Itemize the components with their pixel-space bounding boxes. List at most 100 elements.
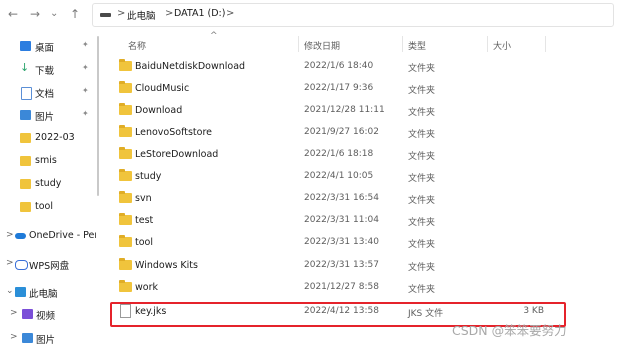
sidebar-item-label: WPS网盘 bbox=[29, 261, 70, 272]
file-row[interactable]: BaiduNetdiskDownload 2022/1/6 18:40 文件夹 bbox=[114, 57, 564, 78]
sidebar-item-desktop[interactable]: 桌面 ✦ bbox=[0, 38, 96, 56]
file-name: CloudMusic bbox=[135, 83, 190, 94]
pin-icon: ✦ bbox=[82, 63, 89, 72]
file-row[interactable]: tool 2022/3/31 13:40 文件夹 bbox=[114, 233, 564, 254]
column-divider[interactable] bbox=[545, 36, 546, 52]
address-bar[interactable]: > 此电脑 > DATA1 (D:) > bbox=[92, 3, 614, 27]
file-type: 文件夹 bbox=[408, 130, 436, 140]
chevron-right-icon[interactable]: > bbox=[10, 308, 18, 318]
forward-arrow-icon[interactable]: → bbox=[30, 7, 40, 21]
file-type: 文件夹 bbox=[408, 263, 436, 273]
file-row[interactable]: svn 2022/3/31 16:54 文件夹 bbox=[114, 189, 564, 210]
sidebar-item-wps-cloud[interactable]: > WPS网盘 bbox=[0, 256, 96, 274]
computer-icon bbox=[15, 287, 26, 297]
document-icon bbox=[21, 87, 32, 100]
column-header-type[interactable]: 类型 bbox=[408, 39, 426, 52]
file-date: 2021/12/27 8:58 bbox=[304, 282, 379, 292]
column-divider[interactable] bbox=[487, 36, 488, 52]
chevron-down-icon[interactable]: ⌄ bbox=[6, 286, 14, 296]
sidebar-scrollbar[interactable] bbox=[97, 36, 99, 196]
sidebar-item-label: tool bbox=[35, 201, 53, 212]
breadcrumb-this-pc[interactable]: 此电脑 bbox=[127, 8, 156, 22]
file-type: 文件夹 bbox=[408, 64, 436, 74]
column-divider[interactable] bbox=[402, 36, 403, 52]
sidebar-item-label: 下载 bbox=[35, 66, 55, 77]
sidebar-item-pictures[interactable]: 图片 ✦ bbox=[0, 107, 96, 125]
sidebar-item-label: 桌面 bbox=[35, 43, 55, 54]
file-name: LenovoSoftstore bbox=[135, 127, 213, 138]
chevron-right-icon[interactable]: > bbox=[6, 258, 14, 268]
file-type: 文件夹 bbox=[408, 240, 436, 250]
file-name: Download bbox=[135, 105, 183, 116]
sidebar-item-onedrive[interactable]: > OneDrive - Per bbox=[0, 228, 96, 246]
file-date: 2021/9/27 16:02 bbox=[304, 127, 379, 137]
folder-icon bbox=[119, 103, 132, 115]
column-header-size[interactable]: 大小 bbox=[493, 39, 511, 52]
column-header-name[interactable]: 名称 bbox=[128, 39, 146, 52]
file-date: 2022/3/31 16:54 bbox=[304, 193, 379, 203]
file-type: 文件夹 bbox=[408, 152, 436, 162]
file-type: 文件夹 bbox=[408, 218, 436, 228]
desktop-icon bbox=[20, 41, 31, 51]
file-date: 2022/3/31 13:57 bbox=[304, 260, 379, 270]
sidebar-item-this-pc[interactable]: ⌄ 此电脑 bbox=[0, 284, 96, 302]
column-headers: ^ 名称 修改日期 类型 大小 bbox=[100, 31, 619, 54]
watermark: CSDN @笨笨要努力 bbox=[452, 323, 567, 338]
folder-icon bbox=[119, 213, 132, 225]
navigation-pane: 桌面 ✦ ↓ 下载 ✦ 文档 ✦ 图片 ✦ 2022-03 smis study… bbox=[0, 34, 96, 351]
chevron-right-icon[interactable]: > bbox=[6, 230, 14, 240]
sidebar-item-documents[interactable]: 文档 ✦ bbox=[0, 84, 96, 102]
sidebar-item-downloads[interactable]: ↓ 下载 ✦ bbox=[0, 61, 96, 79]
file-date: 2022/1/17 9:36 bbox=[304, 83, 374, 93]
back-arrow-icon[interactable]: ← bbox=[8, 7, 18, 21]
file-name: Windows Kits bbox=[135, 260, 198, 271]
file-type: 文件夹 bbox=[408, 196, 436, 206]
folder-icon bbox=[20, 156, 31, 166]
pin-icon: ✦ bbox=[82, 40, 89, 49]
sidebar-item-label: 视频 bbox=[36, 311, 56, 322]
folder-icon bbox=[119, 280, 132, 292]
sidebar-item-smis[interactable]: smis bbox=[0, 153, 96, 171]
sidebar-item-2022-03[interactable]: 2022-03 bbox=[0, 130, 96, 148]
recent-locations-chevron-icon[interactable]: ⌄ bbox=[50, 7, 58, 21]
up-arrow-icon[interactable]: ↑ bbox=[70, 7, 80, 21]
file-name: tool bbox=[135, 237, 153, 248]
column-divider[interactable] bbox=[298, 36, 299, 52]
folder-icon bbox=[119, 81, 132, 93]
file-row[interactable]: Download 2021/12/28 11:11 文件夹 bbox=[114, 101, 564, 122]
sidebar-item-label: OneDrive - Per bbox=[29, 230, 96, 241]
file-date: 2022/3/31 11:04 bbox=[304, 215, 379, 225]
file-row[interactable]: Windows Kits 2022/3/31 13:57 文件夹 bbox=[114, 256, 564, 277]
sidebar-item-label: study bbox=[35, 178, 62, 189]
file-date: 2022/1/6 18:18 bbox=[304, 149, 374, 159]
sidebar-item-tool[interactable]: tool bbox=[0, 199, 96, 217]
pin-icon: ✦ bbox=[82, 86, 89, 95]
sidebar-item-label: 此电脑 bbox=[29, 289, 58, 300]
file-row[interactable]: CloudMusic 2022/1/17 9:36 文件夹 bbox=[114, 79, 564, 100]
sidebar-item-pictures-pc[interactable]: > 图片 bbox=[0, 330, 96, 348]
sidebar-item-study[interactable]: study bbox=[0, 176, 96, 194]
chevron-right-icon[interactable]: > bbox=[10, 332, 18, 342]
pin-icon: ✦ bbox=[82, 109, 89, 118]
breadcrumb-drive[interactable]: DATA1 (D:) bbox=[174, 8, 225, 19]
folder-icon bbox=[119, 169, 132, 181]
download-icon: ↓ bbox=[20, 61, 30, 74]
sidebar-item-label: 图片 bbox=[36, 335, 56, 346]
sidebar-item-videos[interactable]: > 视频 bbox=[0, 306, 96, 324]
file-type: 文件夹 bbox=[408, 174, 436, 184]
file-type: 文件夹 bbox=[408, 86, 436, 96]
wps-cloud-icon bbox=[15, 260, 28, 270]
file-row[interactable]: LeStoreDownload 2022/1/6 18:18 文件夹 bbox=[114, 145, 564, 166]
navigation-bar: ← → ⌄ ↑ > 此电脑 > DATA1 (D:) > bbox=[0, 0, 619, 30]
file-name: LeStoreDownload bbox=[135, 149, 219, 160]
videos-icon bbox=[22, 309, 33, 319]
file-row[interactable]: test 2022/3/31 11:04 文件夹 bbox=[114, 211, 564, 232]
column-header-date[interactable]: 修改日期 bbox=[304, 39, 340, 52]
file-row[interactable]: study 2022/4/1 10:05 文件夹 bbox=[114, 167, 564, 188]
file-row[interactable]: work 2021/12/27 8:58 文件夹 bbox=[114, 278, 564, 299]
file-date: 2021/12/28 11:11 bbox=[304, 105, 385, 115]
file-name: test bbox=[135, 215, 154, 226]
file-row[interactable]: LenovoSoftstore 2021/9/27 16:02 文件夹 bbox=[114, 123, 564, 144]
sidebar-item-label: 图片 bbox=[35, 112, 55, 123]
folder-icon bbox=[119, 59, 132, 71]
